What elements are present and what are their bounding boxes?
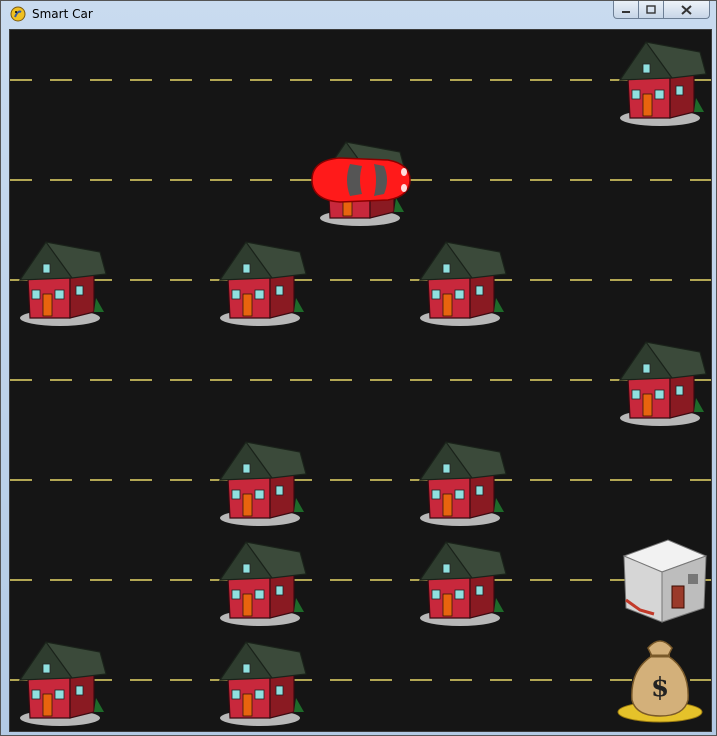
python-snake-icon — [10, 6, 26, 22]
bank-building — [622, 539, 708, 623]
window-title: Smart Car — [32, 7, 93, 21]
svg-text:$: $ — [651, 673, 669, 703]
game-board: $ — [9, 29, 712, 732]
game-window: Smart Car $ — [0, 0, 717, 736]
board-canvas: $ — [10, 30, 711, 731]
player-car — [311, 157, 411, 203]
maximize-button[interactable] — [639, 1, 664, 19]
maximize-icon — [646, 5, 656, 14]
window-controls — [613, 1, 710, 19]
road-surface — [10, 30, 711, 731]
close-button[interactable] — [664, 1, 710, 19]
title-bar[interactable]: Smart Car — [1, 1, 716, 28]
minimize-icon — [622, 10, 630, 13]
close-icon — [681, 4, 692, 15]
minimize-button[interactable] — [613, 1, 639, 19]
